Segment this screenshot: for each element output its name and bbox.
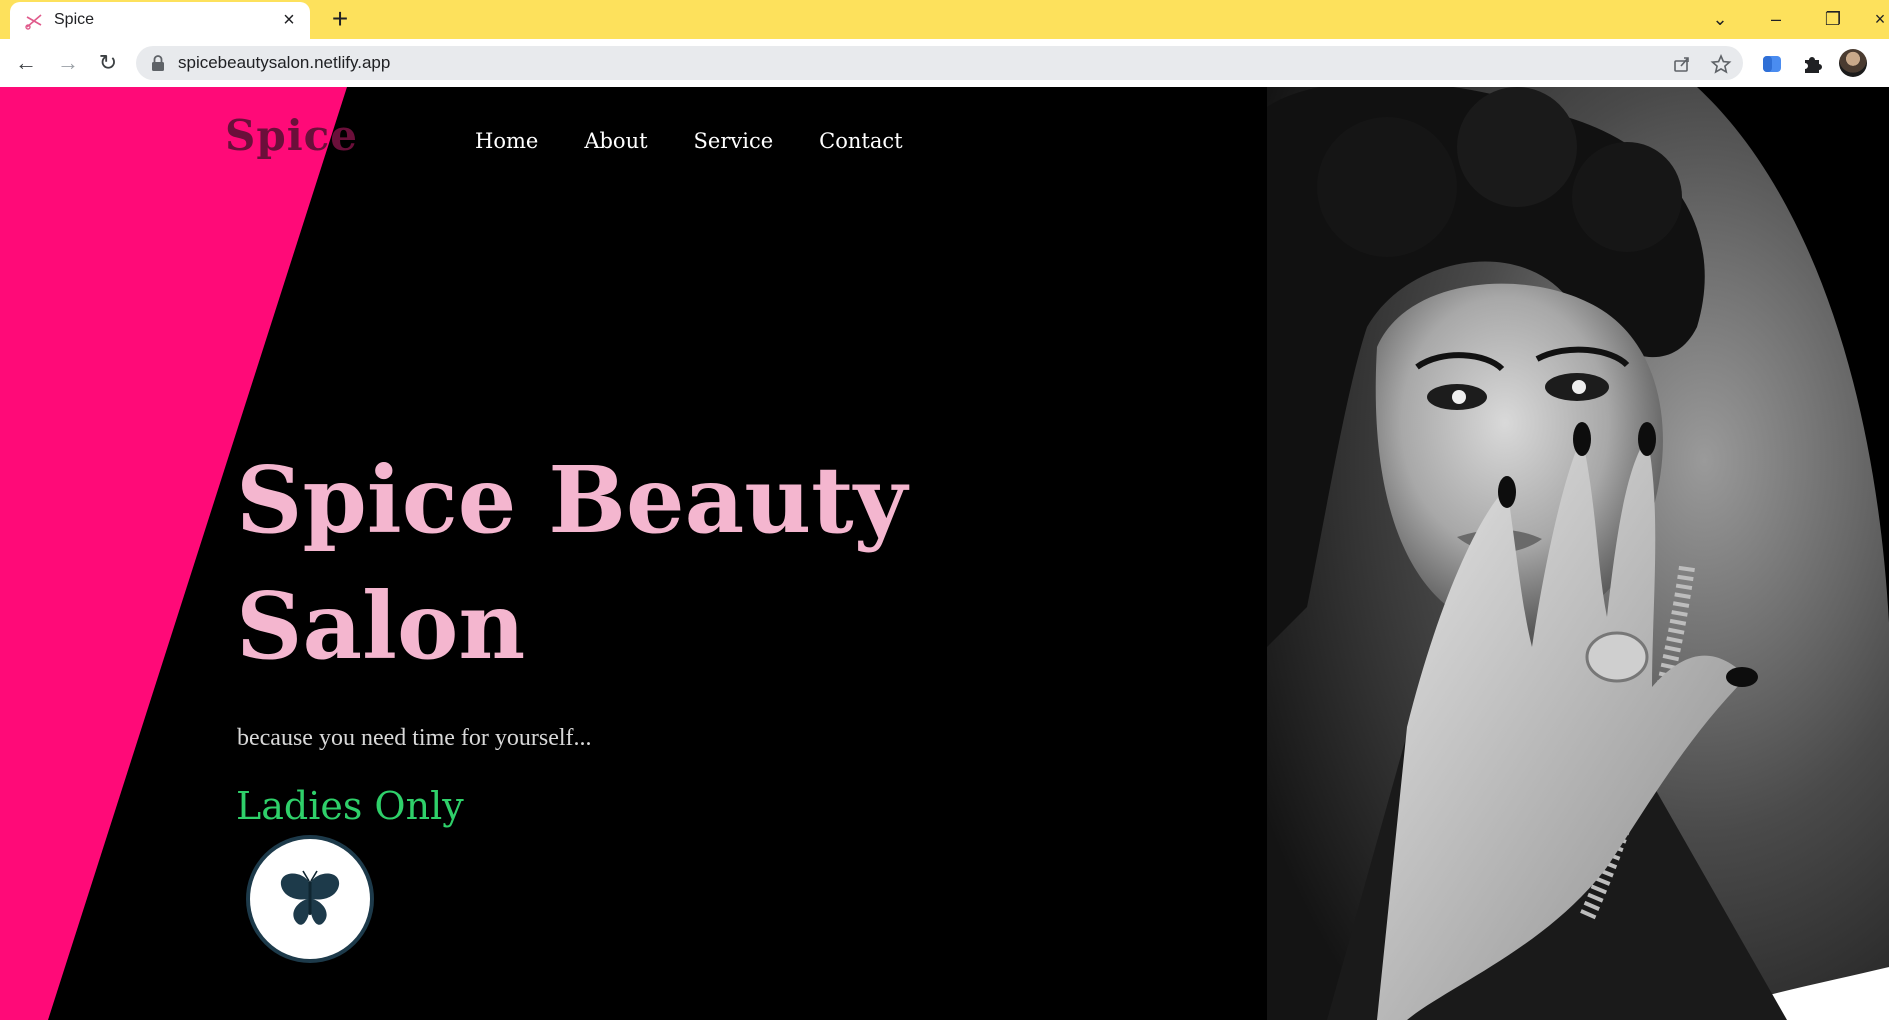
main-nav: Home About Service Contact xyxy=(475,129,949,153)
butterfly-badge[interactable] xyxy=(250,839,370,959)
lock-icon xyxy=(152,55,164,71)
browser-toolbar: ← → ↻ spicebeautysalon.netlify.app xyxy=(0,39,1889,87)
url-text: spicebeautysalon.netlify.app xyxy=(178,53,391,72)
hero-portrait-image xyxy=(1267,87,1889,1020)
hero-title: Spice Beauty Salon xyxy=(236,437,936,689)
nav-contact[interactable]: Contact xyxy=(819,129,902,153)
browser-tab[interactable]: Spice × xyxy=(10,2,310,39)
nav-service[interactable]: Service xyxy=(694,129,774,153)
tab-search-icon[interactable]: ⌄ xyxy=(1705,6,1735,32)
reload-icon[interactable]: ↻ xyxy=(94,49,122,77)
hero-title-line-1: Spice Beauty xyxy=(236,446,908,554)
puzzle-icon[interactable] xyxy=(1799,51,1825,77)
address-bar[interactable]: spicebeautysalon.netlify.app xyxy=(136,46,1743,80)
forward-icon[interactable]: → xyxy=(54,49,82,77)
ladies-only-label: Ladies Only xyxy=(236,784,464,828)
scissors-icon xyxy=(25,14,42,30)
back-icon[interactable]: ← xyxy=(12,49,40,77)
tab-title: Spice xyxy=(54,11,95,28)
bookmark-star-icon[interactable] xyxy=(1710,53,1732,75)
nav-about[interactable]: About xyxy=(584,129,647,153)
restore-icon[interactable]: ❐ xyxy=(1818,6,1848,32)
nav-home[interactable]: Home xyxy=(475,129,538,153)
share-icon[interactable] xyxy=(1671,53,1693,75)
profile-avatar[interactable] xyxy=(1839,49,1867,77)
site-logo[interactable]: Spice xyxy=(225,111,358,160)
webpage: Spice Home About Service Contact Spice B… xyxy=(0,87,1889,1020)
new-tab-button[interactable]: + xyxy=(326,5,354,34)
close-window-icon[interactable]: × xyxy=(1865,6,1889,32)
minimize-icon[interactable]: – xyxy=(1761,6,1791,32)
extension-blue-icon[interactable] xyxy=(1759,51,1785,77)
butterfly-icon xyxy=(280,870,340,925)
browser-tabstrip: Spice × + ⌄ – ❐ × xyxy=(0,0,1889,39)
close-tab-icon[interactable]: × xyxy=(280,10,298,30)
hero-tagline: because you need time for yourself... xyxy=(237,725,592,751)
hero-title-line-2: Salon xyxy=(236,572,526,680)
